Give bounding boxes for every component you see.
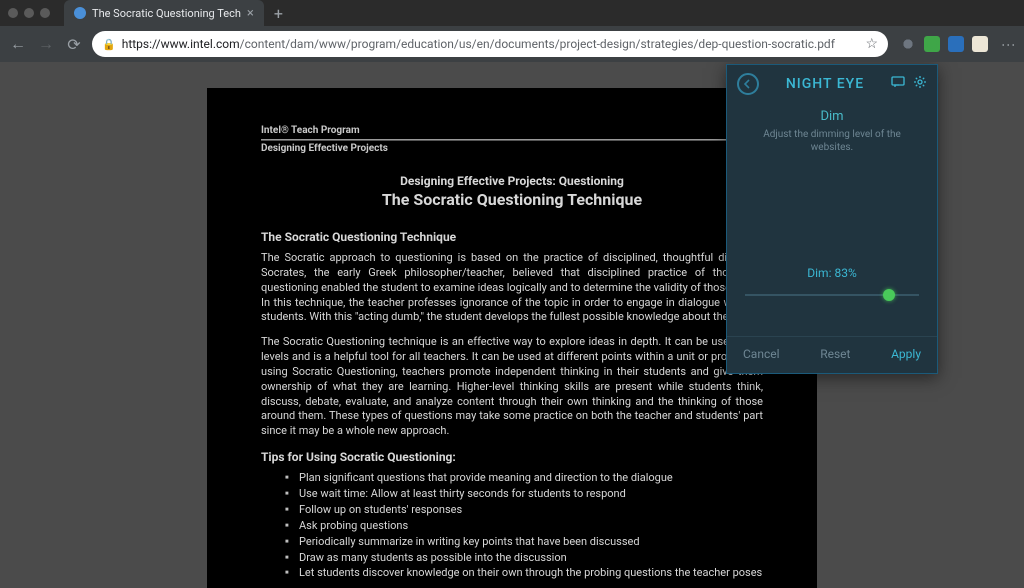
dim-suffix: % — [848, 266, 857, 280]
new-tab-button[interactable]: + — [264, 4, 293, 23]
apply-button[interactable]: Apply — [891, 347, 921, 361]
address-bar[interactable]: 🔒 https://www.intel.com/content/dam/www/… — [92, 31, 888, 57]
pdf-heading-1: The Socratic Questioning Technique — [261, 229, 763, 245]
popup-back-icon[interactable] — [737, 73, 759, 95]
pdf-header-line1: Intel® Teach Program — [261, 124, 763, 140]
popup-section-desc: Adjust the dimming level of the websites… — [727, 128, 937, 154]
dim-prefix: Dim: — [807, 266, 834, 280]
browser-menu-button[interactable]: ⋮ — [1000, 38, 1016, 50]
reset-button[interactable]: Reset — [820, 347, 850, 361]
browser-viewport: Intel® Teach Program Designing Effective… — [0, 62, 1024, 588]
extension-settings-icon[interactable] — [948, 36, 964, 52]
extension-tray — [896, 36, 992, 52]
cancel-button[interactable]: Cancel — [743, 347, 780, 361]
gear-icon[interactable] — [913, 75, 927, 93]
list-item: Follow up on students' responses — [285, 503, 763, 518]
popup-actions: Cancel Reset Apply — [727, 336, 937, 373]
pdf-paragraph: The Socratic Questioning technique is an… — [261, 335, 763, 439]
list-item: Use wait time: Allow at least thirty sec… — [285, 487, 763, 502]
nighteye-popup: NIGHT EYE Dim Adjust the dimming level o… — [726, 64, 938, 374]
dim-slider[interactable] — [745, 288, 919, 302]
tab-title: The Socratic Questioning Tech — [92, 7, 241, 20]
feedback-icon[interactable] — [891, 75, 905, 93]
back-button[interactable]: ← — [8, 34, 28, 54]
reload-button[interactable]: ⟳ — [64, 35, 84, 54]
window-close-icon[interactable] — [8, 8, 18, 18]
popup-header: NIGHT EYE — [727, 65, 937, 101]
forward-button[interactable]: → — [36, 34, 56, 54]
popup-brand: NIGHT EYE — [767, 76, 883, 92]
dim-percent: 83 — [834, 266, 848, 280]
popup-section-title: Dim — [727, 109, 937, 124]
tab-favicon-icon — [74, 7, 86, 19]
pdf-overline: Designing Effective Projects: Questionin… — [261, 173, 763, 189]
profile-avatar-icon[interactable] — [972, 36, 988, 52]
bookmark-star-icon[interactable]: ☆ — [865, 36, 878, 52]
pdf-tips-list: Plan significant questions that provide … — [261, 471, 763, 581]
list-item: Ask probing questions — [285, 519, 763, 534]
window-titlebar: The Socratic Questioning Tech × + — [0, 0, 1024, 26]
browser-toolbar: ← → ⟳ 🔒 https://www.intel.com/content/da… — [0, 26, 1024, 62]
dim-value-label: Dim: 83% — [745, 266, 919, 280]
list-item: Let students discover knowledge on their… — [285, 566, 763, 581]
window-controls — [8, 8, 50, 18]
pdf-paragraph: The Socratic approach to questioning is … — [261, 251, 763, 325]
lock-icon: 🔒 — [102, 38, 116, 51]
browser-tab[interactable]: The Socratic Questioning Tech × — [64, 0, 264, 26]
pdf-header-line2: Designing Effective Projects — [261, 140, 763, 156]
window-minimize-icon[interactable] — [24, 8, 34, 18]
url-path: /content/dam/www/program/education/us/en… — [240, 37, 835, 51]
list-item: Periodically summarize in writing key po… — [285, 535, 763, 550]
pdf-heading-2: Tips for Using Socratic Questioning: — [261, 449, 763, 465]
close-tab-icon[interactable]: × — [247, 7, 254, 20]
list-item: Plan significant questions that provide … — [285, 471, 763, 486]
list-item: Draw as many students as possible into t… — [285, 551, 763, 566]
window-zoom-icon[interactable] — [40, 8, 50, 18]
pdf-title: The Socratic Questioning Technique — [261, 189, 763, 211]
popup-body: Dim: 83% — [727, 154, 937, 336]
slider-thumb[interactable] — [883, 289, 895, 301]
url-host: https://www.intel.com — [122, 37, 240, 51]
extension-nighteye-icon[interactable] — [900, 36, 916, 52]
extension-evernote-icon[interactable] — [924, 36, 940, 52]
